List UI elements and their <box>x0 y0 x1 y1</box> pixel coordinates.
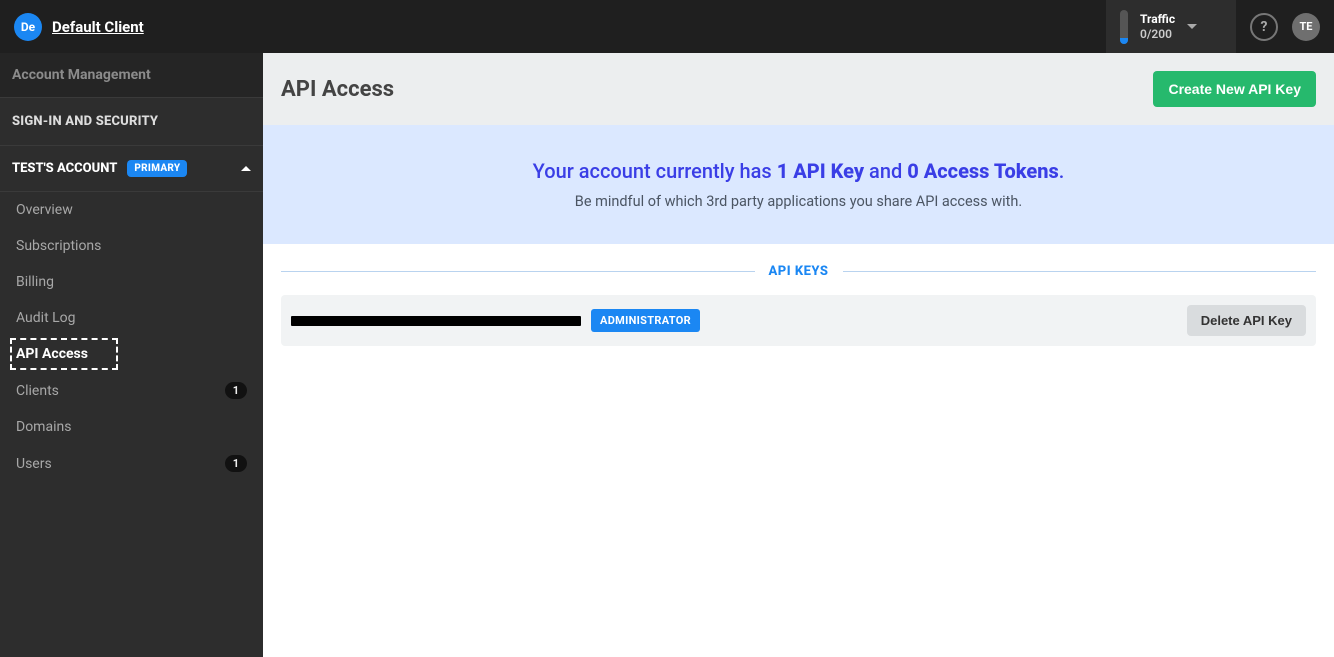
traffic-label: Traffic <box>1140 12 1175 26</box>
sidebar-item-subscriptions[interactable]: Subscriptions <box>0 228 263 264</box>
api-keys-label: API KEYS <box>769 264 829 279</box>
administrator-badge: ADMINISTRATOR <box>591 309 700 332</box>
traffic-value: 0/200 <box>1140 27 1175 41</box>
delete-api-key-button[interactable]: Delete API Key <box>1187 305 1306 336</box>
sidebar-section-signin-security[interactable]: SIGN-IN AND SECURITY <box>0 97 263 146</box>
count-badge: 1 <box>225 382 247 399</box>
divider-line-icon <box>843 271 1317 272</box>
main: API Access Create New API Key Your accou… <box>263 53 1334 657</box>
content: Account Management SIGN-IN AND SECURITY … <box>0 53 1334 657</box>
banner-prefix: Your account currently has <box>533 159 777 183</box>
client-avatar[interactable]: De <box>14 13 42 41</box>
page-header: API Access Create New API Key <box>263 53 1334 125</box>
banner-suffix: . <box>1059 159 1065 183</box>
primary-badge: PRIMARY <box>127 160 187 177</box>
sidebar-item-label: Overview <box>16 202 73 218</box>
create-api-key-button[interactable]: Create New API Key <box>1153 71 1316 107</box>
banner-mid: and <box>864 159 907 183</box>
api-key-redacted <box>291 316 581 326</box>
sidebar-item-label: API Access <box>16 346 88 362</box>
chevron-up-icon <box>241 166 251 171</box>
api-keys-divider: API KEYS <box>281 264 1316 279</box>
sidebar: Account Management SIGN-IN AND SECURITY … <box>0 53 263 657</box>
sidebar-item-label: Billing <box>16 274 54 290</box>
access-token-count: 0 Access Tokens <box>907 159 1059 183</box>
sidebar-section-account-management[interactable]: Account Management <box>0 53 263 97</box>
info-banner: Your account currently has 1 API Key and… <box>263 125 1334 244</box>
traffic-dropdown[interactable]: Traffic 0/200 <box>1106 0 1236 53</box>
sidebar-item-label: Domains <box>16 419 71 435</box>
topbar: De Default Client Traffic 0/200 ? TE <box>0 0 1334 53</box>
user-avatar[interactable]: TE <box>1292 13 1320 41</box>
sidebar-item-billing[interactable]: Billing <box>0 264 263 300</box>
sidebar-item-label: Audit Log <box>16 310 76 326</box>
topbar-right: Traffic 0/200 ? TE <box>1106 0 1320 53</box>
sidebar-item-label: Clients <box>16 383 59 399</box>
sidebar-item-label: Subscriptions <box>16 238 101 254</box>
sidebar-item-label: Users <box>16 456 52 472</box>
client-name-link[interactable]: Default Client <box>52 18 144 36</box>
page-title: API Access <box>281 77 394 102</box>
api-keys-section: API KEYS ADMINISTRATOR Delete API Key <box>263 244 1334 366</box>
info-banner-headline: Your account currently has 1 API Key and… <box>283 159 1314 183</box>
count-badge: 1 <box>225 455 247 472</box>
help-icon[interactable]: ? <box>1250 13 1278 41</box>
info-banner-subtext: Be mindful of which 3rd party applicatio… <box>283 193 1314 210</box>
sidebar-item-users[interactable]: Users 1 <box>0 445 263 482</box>
sidebar-item-api-access[interactable]: API Access <box>0 336 263 372</box>
sidebar-item-domains[interactable]: Domains <box>0 409 263 445</box>
api-key-count: 1 API Key <box>777 159 864 183</box>
traffic-meter-icon <box>1120 10 1128 44</box>
sidebar-account-header[interactable]: TEST'S ACCOUNT PRIMARY <box>0 146 263 192</box>
divider-line-icon <box>281 271 755 272</box>
sidebar-item-clients[interactable]: Clients 1 <box>0 372 263 409</box>
sidebar-item-audit-log[interactable]: Audit Log <box>0 300 263 336</box>
account-name: TEST'S ACCOUNT <box>12 161 117 176</box>
chevron-down-icon <box>1187 24 1197 29</box>
traffic-text: Traffic 0/200 <box>1140 12 1175 41</box>
api-key-row: ADMINISTRATOR Delete API Key <box>281 295 1316 346</box>
sidebar-item-overview[interactable]: Overview <box>0 192 263 228</box>
topbar-left: De Default Client <box>14 13 144 41</box>
